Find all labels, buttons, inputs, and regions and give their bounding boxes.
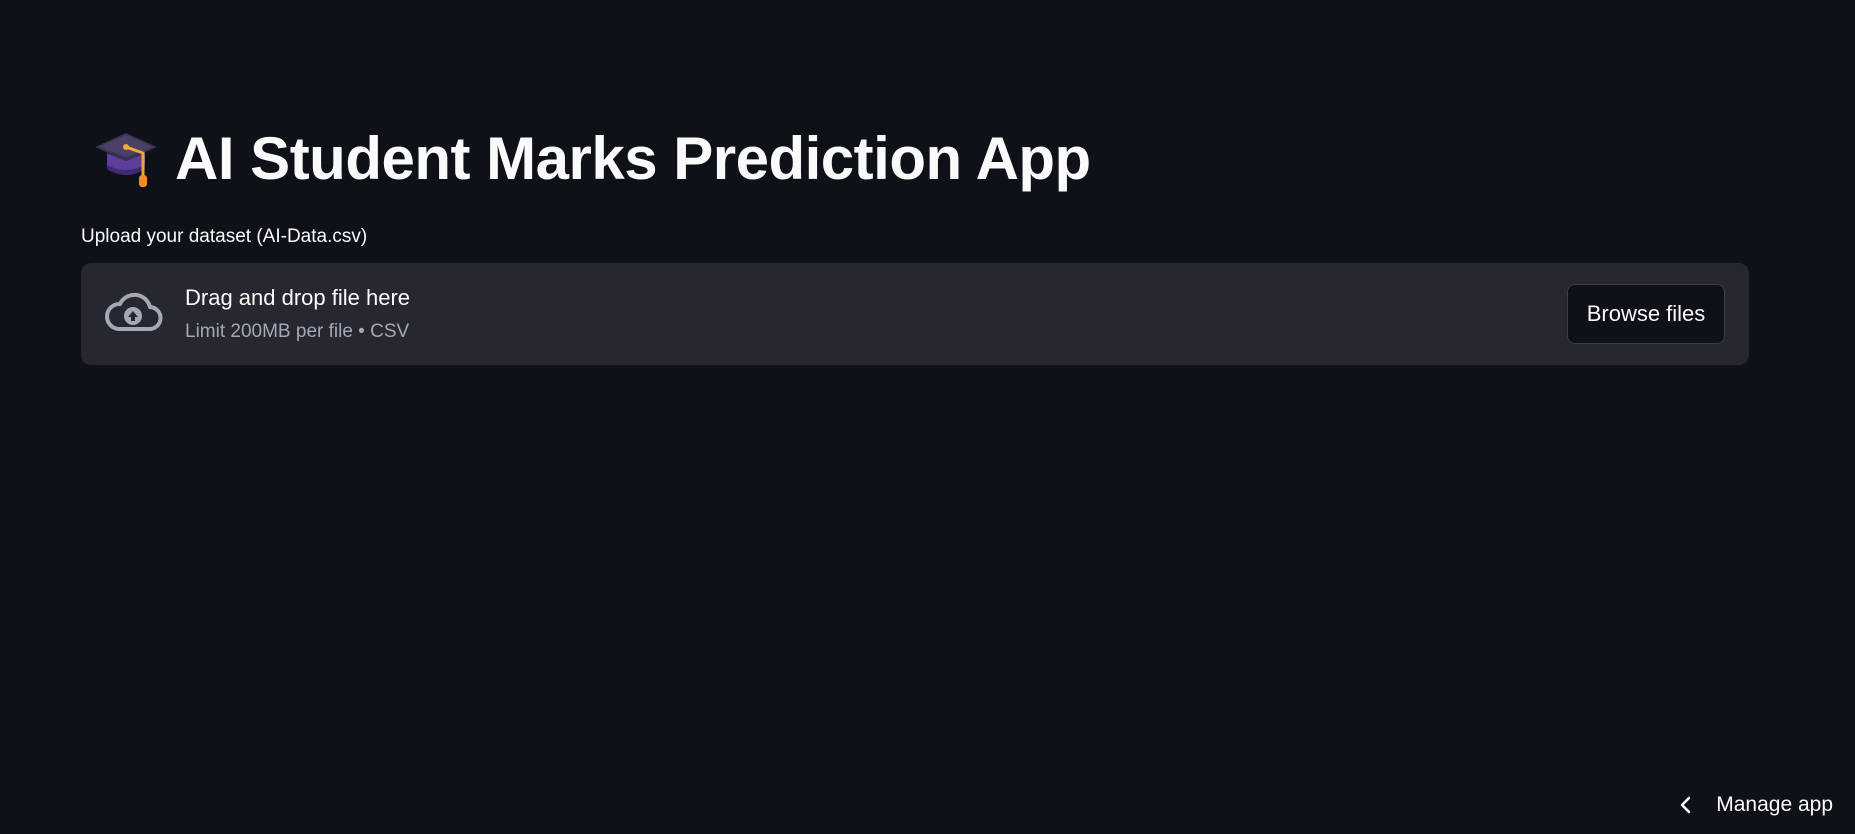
upload-label: Upload your dataset (AI-Data.csv)	[81, 226, 368, 247]
chevron-left-icon	[1680, 796, 1691, 814]
cloud-upload-icon	[105, 292, 163, 331]
dropzone-text: Drag and drop file here Limit 200MB per …	[185, 283, 410, 347]
dropzone-subtitle: Limit 200MB per file • CSV	[185, 321, 410, 342]
app-root: AI Student Marks Prediction App Upload y…	[0, 0, 1855, 834]
browse-files-button[interactable]: Browse files	[1567, 284, 1725, 344]
page-title: AI Student Marks Prediction App	[91, 118, 1091, 198]
graduation-cap-icon	[95, 133, 157, 187]
manage-app-label: Manage app	[1716, 793, 1833, 816]
page-title-text: AI Student Marks Prediction App	[175, 124, 1091, 192]
manage-app-button[interactable]: Manage app	[1678, 790, 1833, 820]
file-dropzone[interactable]: Drag and drop file here Limit 200MB per …	[81, 263, 1749, 365]
dropzone-title: Drag and drop file here	[185, 285, 411, 310]
